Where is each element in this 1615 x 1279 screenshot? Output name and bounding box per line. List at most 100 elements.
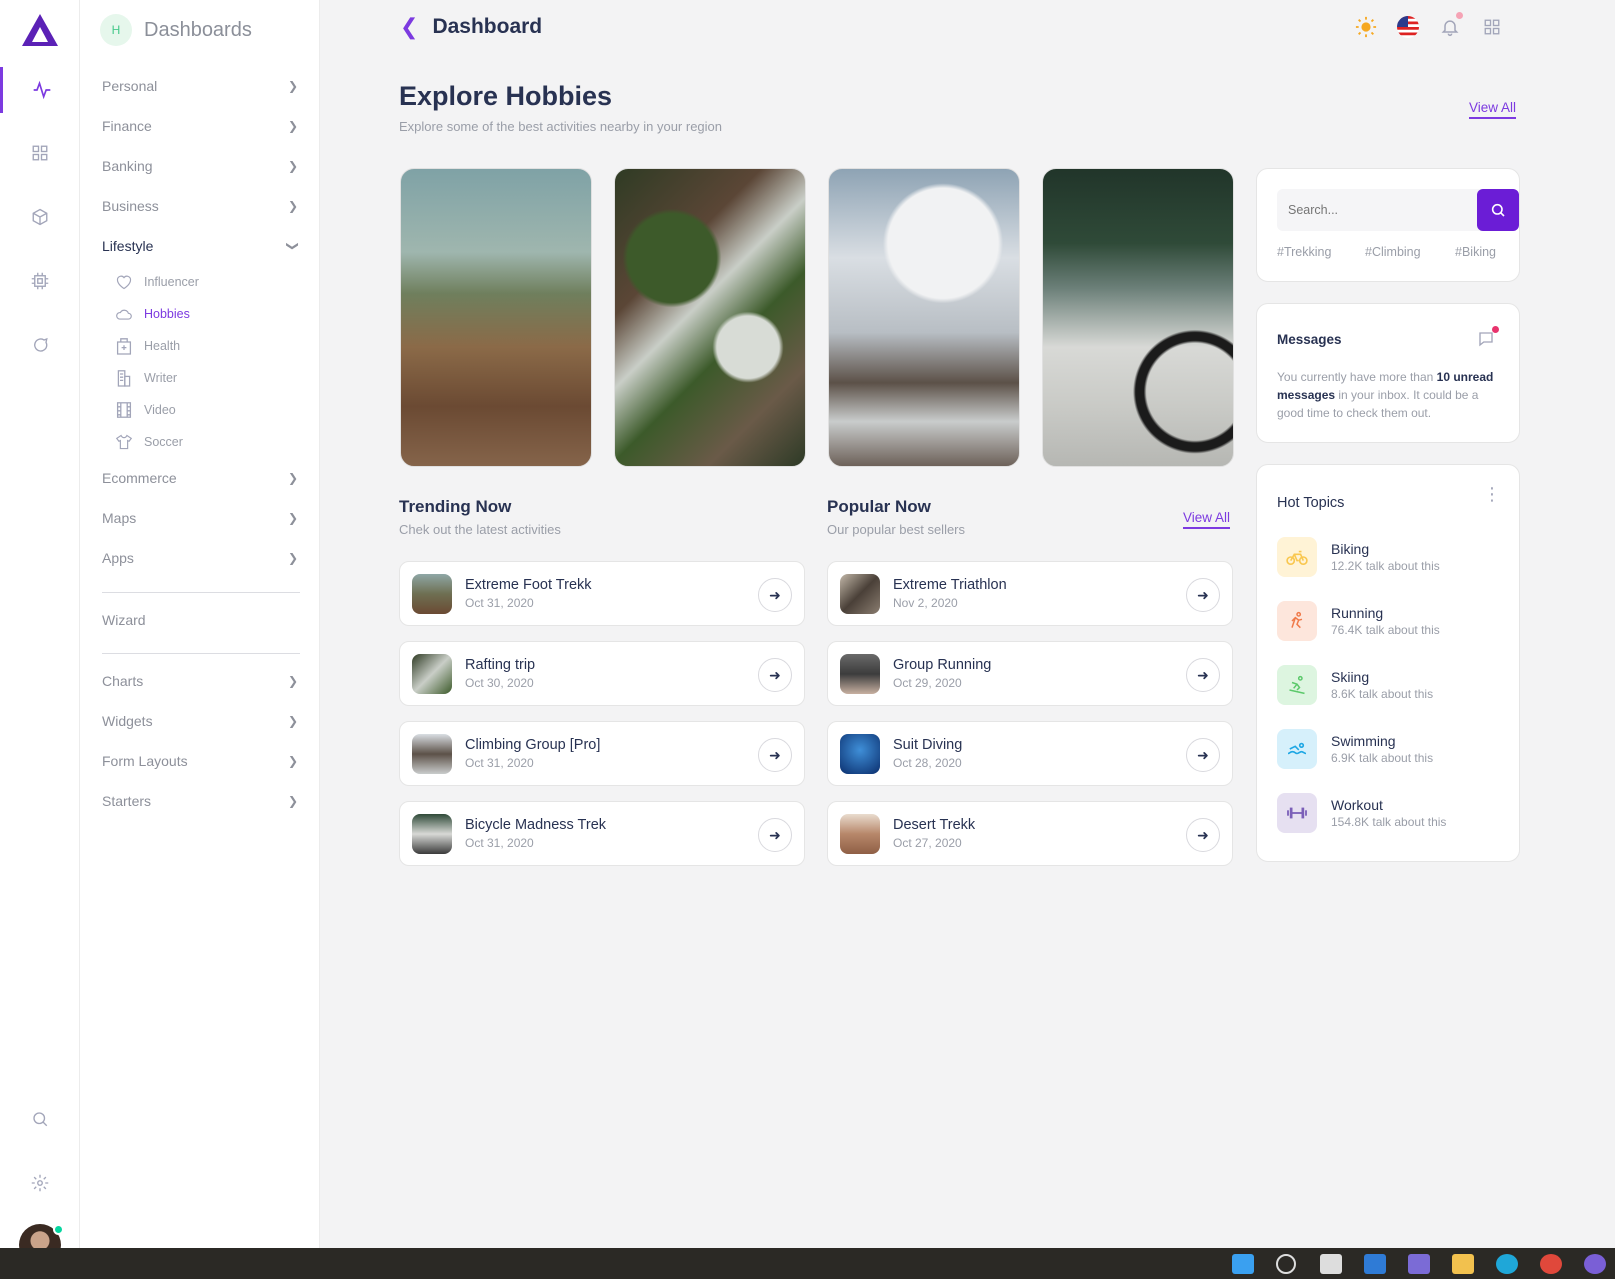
hobby-image-climber[interactable] [828, 168, 1020, 467]
list-item[interactable]: Extreme Foot Trekk Oct 31, 2020 ➜ [399, 561, 805, 626]
menu-item-starters[interactable]: Starters ❯ [102, 793, 298, 809]
submenu-item-health[interactable]: Health [114, 336, 180, 356]
submenu-item-soccer[interactable]: Soccer [114, 432, 183, 452]
topic-running[interactable]: Running 76.4K talk about this [1277, 601, 1440, 641]
search-button[interactable] [1477, 189, 1519, 231]
search-box [1277, 189, 1519, 231]
arrow-right-icon[interactable]: ➜ [1186, 738, 1220, 772]
widgets-icon[interactable] [1364, 1254, 1386, 1274]
back-arrow-icon[interactable]: ❮ [400, 14, 418, 40]
shirt-icon [114, 432, 134, 452]
box-icon[interactable] [0, 194, 80, 240]
menu-item-banking[interactable]: Banking ❯ [102, 158, 298, 174]
viber-icon[interactable] [1584, 1254, 1606, 1274]
activity-name: Climbing Group [Pro] [465, 737, 601, 753]
search-icon [1491, 203, 1505, 217]
message-icon[interactable] [1477, 326, 1499, 348]
running-icon [1277, 601, 1317, 641]
activity-icon[interactable] [0, 67, 80, 113]
arrow-right-icon[interactable]: ➜ [758, 738, 792, 772]
tag-trekking[interactable]: #Trekking [1277, 245, 1331, 259]
chevron-right-icon: ❯ [287, 199, 298, 213]
arrow-right-icon[interactable]: ➜ [1186, 578, 1220, 612]
menu-label: Starters [102, 793, 152, 809]
sun-icon[interactable] [1355, 16, 1377, 38]
arrow-right-icon[interactable]: ➜ [1186, 658, 1220, 692]
menu-item-finance[interactable]: Finance ❯ [102, 118, 298, 134]
menu-item-apps[interactable]: Apps ❯ [102, 550, 298, 566]
submenu-item-video[interactable]: Video [114, 400, 176, 420]
activity-name: Desert Trekk [893, 817, 976, 833]
list-item[interactable]: Suit Diving Oct 28, 2020 ➜ [827, 721, 1233, 786]
hobby-image-mountain[interactable] [400, 168, 592, 467]
topic-workout[interactable]: Workout 154.8K talk about this [1277, 793, 1446, 833]
topic-name: Biking [1331, 541, 1370, 557]
sidebar-title: Dashboards [144, 18, 252, 41]
topic-swimming[interactable]: Swimming 6.9K talk about this [1277, 729, 1433, 769]
apps-grid-icon[interactable] [1481, 16, 1503, 38]
topic-skiing[interactable]: Skiing 8.6K talk about this [1277, 665, 1433, 705]
list-item[interactable]: Climbing Group [Pro] Oct 31, 2020 ➜ [399, 721, 805, 786]
building-icon [114, 336, 134, 356]
list-item[interactable]: Extreme Triathlon Nov 2, 2020 ➜ [827, 561, 1233, 626]
activity-thumbnail [412, 734, 452, 774]
activity-date: Nov 2, 2020 [893, 596, 958, 610]
tag-climbing[interactable]: #Climbing [1365, 245, 1421, 259]
edge-icon[interactable] [1496, 1254, 1518, 1274]
hobby-image-river[interactable] [614, 168, 806, 467]
bell-icon[interactable] [1439, 12, 1463, 38]
more-vertical-icon[interactable]: ⋮ [1483, 485, 1501, 503]
task-view-icon[interactable] [1320, 1254, 1342, 1274]
teams-icon[interactable] [1408, 1254, 1430, 1274]
us-flag-icon[interactable] [1397, 16, 1419, 38]
app-logo-icon[interactable] [22, 14, 58, 46]
list-item[interactable]: Desert Trekk Oct 27, 2020 ➜ [827, 801, 1233, 866]
submenu-label: Hobbies [144, 307, 190, 321]
arrow-right-icon[interactable]: ➜ [758, 818, 792, 852]
menu-label: Lifestyle [102, 238, 154, 254]
menu-item-maps[interactable]: Maps ❯ [102, 510, 298, 526]
topic-biking[interactable]: Biking 12.2K talk about this [1277, 537, 1440, 577]
chat-icon[interactable] [0, 322, 80, 368]
menu-item-widgets[interactable]: Widgets ❯ [102, 713, 298, 729]
cpu-icon[interactable] [0, 258, 80, 304]
arrow-right-icon[interactable]: ➜ [758, 658, 792, 692]
menu-item-lifestyle[interactable]: Lifestyle ❯ [102, 238, 300, 254]
taskbar-search-icon[interactable] [1276, 1254, 1296, 1274]
trending-subtitle: Chek out the latest activities [399, 522, 561, 537]
menu-item-form-layouts[interactable]: Form Layouts ❯ [102, 753, 298, 769]
view-all-link[interactable]: View All [1183, 510, 1231, 529]
divider [102, 653, 300, 654]
search-input[interactable] [1277, 189, 1447, 231]
menu-item-personal[interactable]: Personal ❯ [102, 78, 298, 94]
menu-item-business[interactable]: Business ❯ [102, 198, 298, 214]
menu-item-charts[interactable]: Charts ❯ [102, 673, 298, 689]
menu-item-ecommerce[interactable]: Ecommerce ❯ [102, 470, 298, 486]
popular-subtitle: Our popular best sellers [827, 522, 966, 537]
submenu-item-hobbies[interactable]: Hobbies [114, 304, 190, 324]
windows-start-icon[interactable] [1232, 1254, 1254, 1274]
list-item[interactable]: Bicycle Madness Trek Oct 31, 2020 ➜ [399, 801, 805, 866]
submenu-label: Writer [144, 371, 178, 385]
list-item[interactable]: Group Running Oct 29, 2020 ➜ [827, 641, 1233, 706]
tag-biking[interactable]: #Biking [1455, 245, 1496, 259]
bike-icon [1277, 537, 1317, 577]
chevron-right-icon: ❯ [287, 674, 298, 688]
arrow-right-icon[interactable]: ➜ [1186, 818, 1220, 852]
popular-title: Popular Now [827, 497, 931, 516]
arrow-right-icon[interactable]: ➜ [758, 578, 792, 612]
topic-name: Running [1331, 605, 1384, 621]
chrome-icon[interactable] [1540, 1254, 1562, 1274]
search-icon[interactable] [0, 1096, 80, 1142]
view-all-link[interactable]: View All [1469, 100, 1517, 119]
hobby-image-bike[interactable] [1042, 168, 1234, 467]
topic-count: 6.9K talk about this [1331, 751, 1434, 765]
list-item[interactable]: Rafting trip Oct 30, 2020 ➜ [399, 641, 805, 706]
submenu-item-influencer[interactable]: Influencer [114, 272, 199, 292]
menu-item-wizard[interactable]: Wizard [102, 612, 298, 628]
settings-icon[interactable] [0, 1160, 80, 1206]
file-explorer-icon[interactable] [1452, 1254, 1474, 1274]
grid-icon[interactable] [0, 130, 80, 176]
menu-label: Charts [102, 673, 144, 689]
submenu-item-writer[interactable]: Writer [114, 368, 177, 388]
